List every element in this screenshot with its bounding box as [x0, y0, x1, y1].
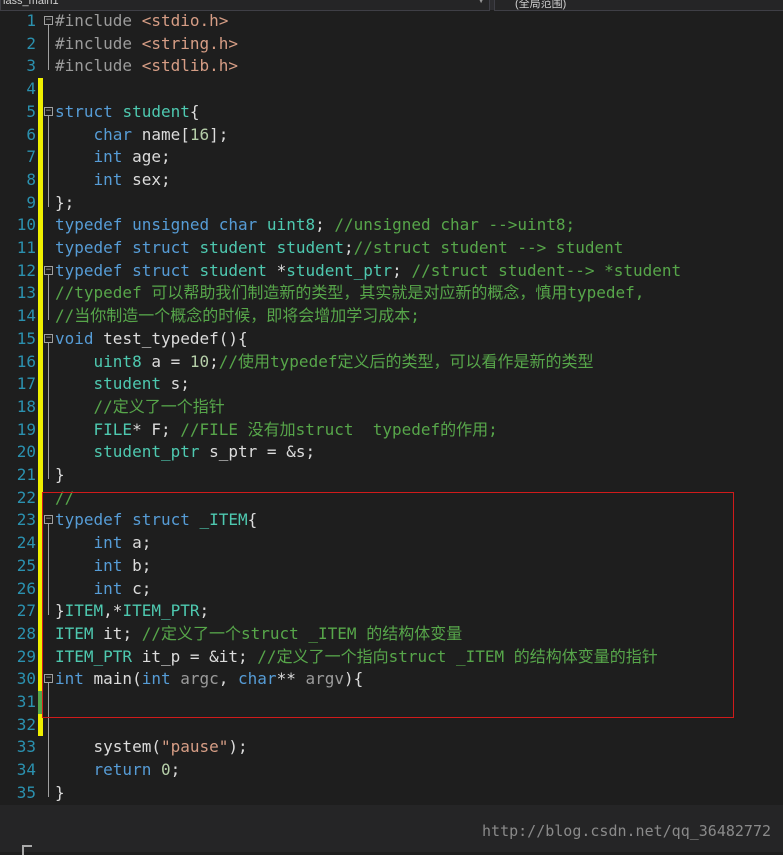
collapse-toggle-icon[interactable]: − [44, 106, 53, 116]
code-text: system("pause"); [55, 737, 248, 757]
fold-guide-line [48, 342, 49, 479]
code-text: typedef unsigned char uint8; //unsigned … [55, 215, 576, 235]
code-line[interactable]: 8 int sex; [0, 169, 783, 192]
code-line[interactable]: 2 #include <string.h> [0, 33, 783, 56]
corner-mark [22, 845, 32, 855]
highlight-annotation-box [42, 492, 734, 718]
code-line[interactable]: 5− struct student{ [0, 101, 783, 124]
line-number: 10 [16, 215, 36, 235]
code-line[interactable]: 7 int age; [0, 146, 783, 169]
line-number: 3 [26, 56, 36, 76]
line-number: 2 [26, 33, 36, 53]
code-line[interactable]: 14 //当你制造一个概念的时候，即将会增加学习成本; [0, 305, 783, 328]
line-number: 31 [16, 692, 36, 711]
code-line[interactable]: 34 return 0; [0, 759, 783, 782]
line-number: 32 [16, 714, 36, 734]
line-number: 5 [26, 101, 36, 121]
line-number: 21 [16, 465, 36, 484]
line-number: 1 [26, 11, 36, 30]
code-line[interactable]: 20 student_ptr s_ptr = &s; [0, 441, 783, 464]
line-number: 24 [16, 533, 36, 553]
line-number: 20 [16, 442, 36, 462]
line-number: 14 [16, 306, 36, 326]
code-text: } [55, 465, 65, 484]
code-line[interactable]: 13 //typedef 可以帮助我们制造新的类型，其实就是对应新的概念，慎用ty… [0, 282, 783, 305]
code-text: FILE* F; //FILE 没有加struct typedef的作用; [93, 419, 498, 439]
fold-guide-line [48, 25, 49, 71]
line-number: 6 [26, 124, 36, 144]
line-number: 13 [16, 283, 36, 303]
line-number: 4 [26, 79, 36, 99]
collapse-toggle-icon[interactable]: − [44, 265, 53, 275]
fold-guide-line [48, 115, 49, 207]
line-number: 17 [16, 374, 36, 394]
line-number: 33 [16, 737, 36, 757]
line-number: 28 [16, 623, 36, 643]
code-text: typedef struct student student;//struct … [55, 238, 624, 257]
code-text: void test_typedef(){ [55, 328, 248, 348]
code-text: //当你制造一个概念的时候，即将会增加学习成本; [55, 306, 420, 326]
line-number: 22 [16, 487, 36, 507]
code-line[interactable]: 16 uint8 a = 10;//使用typedef定义后的类型，可以看作是新… [0, 351, 783, 374]
code-line[interactable]: 3 #include <stdlib.h> [0, 55, 783, 78]
code-text: #include <stdlib.h> [55, 56, 239, 76]
code-line[interactable]: 35} [0, 782, 783, 805]
code-line[interactable]: 1− #include <stdio.h> [0, 10, 783, 33]
code-text: uint8 a = 10;//使用typedef定义后的类型，可以看作是新的类型 [93, 351, 594, 371]
navigation-bar: lass_main1 ▼ (全局范围) [0, 0, 783, 11]
code-line[interactable]: 19 FILE* F; //FILE 没有加struct typedef的作用; [0, 419, 783, 442]
code-text: typedef struct student *student_ptr; //s… [55, 260, 682, 280]
code-line[interactable]: 12− typedef struct student *student_ptr; … [0, 260, 783, 283]
watermark: http://blog.csdn.net/qq_36482772 [482, 822, 771, 840]
code-text: student s; [93, 374, 190, 394]
code-line[interactable]: 33 system("pause"); [0, 736, 783, 759]
line-number: 19 [16, 419, 36, 439]
line-number: 11 [16, 238, 36, 257]
line-number: 35 [16, 782, 36, 802]
code-text: int age; [93, 147, 171, 167]
line-number: 27 [16, 601, 36, 621]
code-line[interactable]: 18 //定义了一个指针 [0, 396, 783, 419]
fold-guide-line [48, 274, 49, 321]
code-text: int sex; [93, 169, 171, 189]
code-text: //typedef 可以帮助我们制造新的类型，其实就是对应新的概念，慎用type… [55, 283, 645, 303]
code-text: }; [55, 192, 75, 212]
code-text: //定义了一个指针 [93, 396, 225, 416]
line-number: 34 [16, 760, 36, 780]
collapse-toggle-icon[interactable]: − [44, 16, 53, 25]
code-line[interactable]: 10 typedef unsigned char uint8; //unsigne… [0, 214, 783, 237]
code-text: student_ptr s_ptr = &s; [93, 442, 316, 462]
code-text: char name[16]; [93, 124, 229, 144]
code-line[interactable]: 9}; [0, 192, 783, 215]
code-line[interactable]: 21} [0, 464, 783, 487]
line-number: 12 [16, 260, 36, 280]
code-line[interactable]: 11 typedef struct student student;//struc… [0, 237, 783, 260]
code-line[interactable]: 15− void test_typedef(){ [0, 328, 783, 351]
code-text: #include <string.h> [55, 33, 239, 53]
code-text: #include <stdio.h> [55, 11, 229, 30]
line-number: 15 [16, 328, 36, 348]
code-line[interactable]: 4 [0, 78, 783, 101]
code-line[interactable]: 17 student s; [0, 373, 783, 396]
line-number: 25 [16, 555, 36, 575]
line-number: 9 [26, 192, 36, 212]
class-dropdown-value: lass_main1 [3, 0, 59, 7]
line-number: 29 [16, 646, 36, 666]
line-number: 30 [16, 669, 36, 689]
line-number: 8 [26, 169, 36, 189]
collapse-toggle-icon[interactable]: − [44, 333, 53, 343]
line-number: 16 [16, 351, 36, 371]
line-number: 26 [16, 578, 36, 598]
code-text: } [55, 782, 65, 802]
line-number: 7 [26, 147, 36, 167]
code-text: struct student{ [55, 101, 200, 121]
code-line[interactable]: 6 char name[16]; [0, 124, 783, 147]
line-number: 18 [16, 396, 36, 416]
code-text: return 0; [93, 760, 181, 780]
line-number: 23 [16, 510, 36, 530]
chevron-down-icon: ▼ [477, 0, 485, 5]
